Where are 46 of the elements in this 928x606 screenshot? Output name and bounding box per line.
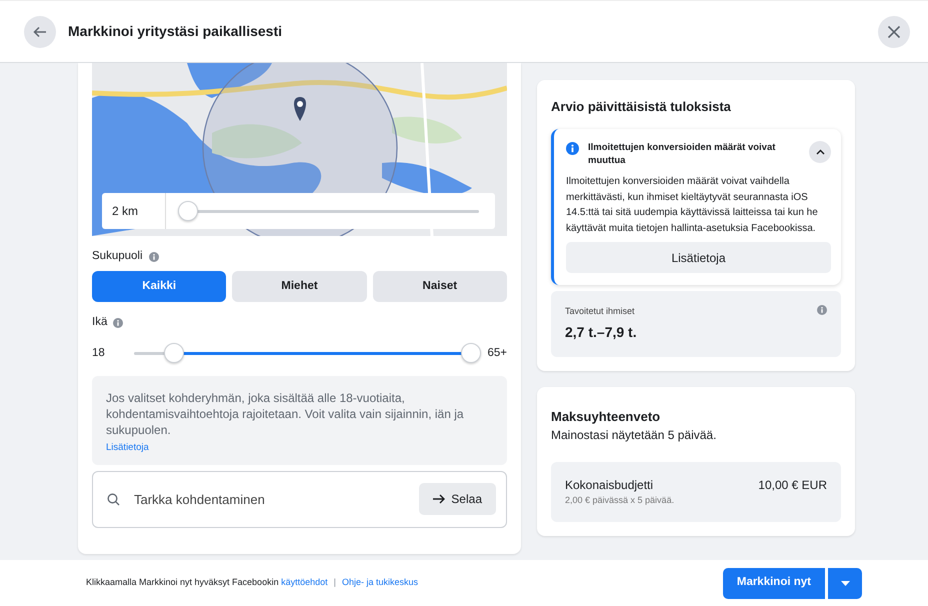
separator: | [334, 576, 336, 590]
payment-title: Maksuyhteenveto [551, 408, 662, 426]
gender-option[interactable]: Naiset [372, 271, 507, 302]
help-center-link[interactable]: Ohje- ja tukikeskus [342, 576, 418, 590]
gender-option[interactable]: Miehet [232, 271, 367, 302]
terms-sentence: Klikkaamalla Markkinoi nyt hyväksyt Facebookin käyttöehdot [86, 576, 328, 590]
terms-link[interactable]: käyttöehdot [281, 577, 328, 588]
info-icon[interactable] [113, 318, 124, 328]
reach-label: Tavoitetut ihmiset [565, 305, 636, 318]
estimate-title: Arvio päivittäisistä tuloksista [551, 98, 732, 116]
radius-value: 2 km [102, 193, 166, 229]
budget-label: Kokonaisbudjetti [565, 477, 654, 494]
budget-detail: 2,00 € päivässä x 5 päivää. [565, 494, 674, 508]
browse-button[interactable]: Selaa [419, 483, 496, 516]
back-button[interactable] [24, 16, 56, 48]
info-icon [566, 142, 579, 154]
collapse-button[interactable] [809, 140, 831, 162]
caret-icon [840, 580, 850, 586]
gender-label: Sukupuoli [92, 249, 143, 264]
promote-button[interactable]: Markkinoi nyt [722, 568, 825, 598]
notice-text: Jos valitset kohderyhmän, joka sisältää alle 18-vuotiaita, kohdentamisvaihtoehtoja rajoitetaan. Voit valita vain sijainnin, iän ja sukupuolen. [106, 390, 465, 438]
age-min-thumb[interactable] [164, 343, 184, 363]
age-max-value: 65+ [487, 346, 507, 361]
close-button[interactable] [878, 16, 910, 48]
reach-value: 2,7 t.–7,9 t. [565, 322, 638, 342]
dialog-title: Markkinoi yritystäsi paikallisesti [68, 22, 283, 41]
alert-title: Ilmoitettujen konversioiden määrät voivat muuttua [587, 140, 776, 168]
close-icon [887, 24, 901, 38]
radius-slider-thumb[interactable] [178, 200, 198, 220]
alert-text: Ilmoitettujen konversioiden määrät voivat vaihdella merkittävästi, kun ihmiset kieltäytyvät seurannasta iOS 14.5:ttä tai sitä uudempia käyttävissä laitteissa tai kun he käyttävät muita tietojen hallinta-asetuksia Facebookissa. [566, 175, 819, 236]
dropdown-button[interactable] [828, 568, 862, 598]
search-icon [107, 492, 120, 506]
age-label: Ikä [92, 315, 108, 330]
chevron-icon [816, 148, 824, 154]
arrow-right-icon [433, 494, 446, 504]
payment-subtitle: Mainostasi näytetään 5 päivää. [551, 427, 718, 444]
learn-more-button[interactable]: Lisätietoja [566, 242, 831, 274]
gender-option[interactable]: Kaikki [92, 271, 226, 302]
search-field[interactable]: Tarkka kohdentaminen Selaa [92, 470, 507, 528]
info-icon[interactable] [817, 305, 827, 316]
info-icon[interactable] [148, 252, 159, 262]
age-min-value: 18 [92, 346, 106, 361]
back-arrow-icon [33, 24, 47, 38]
age-max-thumb[interactable] [461, 343, 482, 363]
learn-more-link[interactable]: Lisätietoja [106, 442, 149, 454]
budget-amount: 10,00 € EUR [758, 477, 827, 494]
